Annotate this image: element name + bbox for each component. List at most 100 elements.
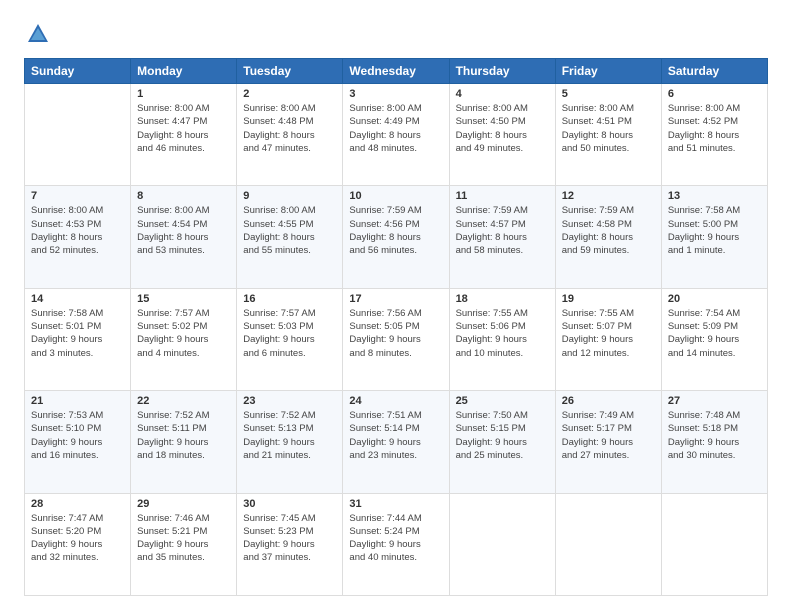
calendar-header: SundayMondayTuesdayWednesdayThursdayFrid…	[25, 59, 768, 84]
day-number: 15	[137, 293, 230, 305]
day-number: 25	[456, 395, 549, 407]
day-number: 4	[456, 88, 549, 100]
day-number: 22	[137, 395, 230, 407]
calendar-cell: 18 Sunrise: 7:55 AMSunset: 5:06 PMDayligh…	[449, 288, 555, 390]
weekday-header-friday: Friday	[555, 59, 661, 84]
day-info: Sunrise: 7:58 AMSunset: 5:01 PMDaylight:…	[31, 307, 124, 360]
calendar-cell: 20Sunrise: 7:54 AMSunset: 5:09 PMDayligh…	[661, 288, 767, 390]
day-number: 18	[456, 293, 549, 305]
day-number: 19	[562, 293, 655, 305]
calendar-cell: 13 Sunrise: 7:58 AMSunset: 5:00 PMDayligh…	[661, 186, 767, 288]
week-row-3: 14Sunrise: 7:58 AMSunset: 5:01 PMDayligh…	[25, 288, 768, 390]
day-info: Sunrise: 8:00 AMSunset: 4:48 PMDaylight:…	[243, 102, 336, 155]
day-info: Sunrise: 7:55 AMSunset: 5:06 PMDaylight:…	[456, 307, 549, 360]
week-row-5: 28Sunrise: 7:47 AMSunset: 5:20 PMDayligh…	[25, 493, 768, 595]
calendar-cell: 19 Sunrise: 7:55 AMSunset: 5:07 PMDayligh…	[555, 288, 661, 390]
weekday-header-thursday: Thursday	[449, 59, 555, 84]
day-info: Sunrise: 7:45 AMSunset: 5:23 PMDaylight:…	[243, 512, 336, 565]
calendar-cell: 1 Sunrise: 8:00 AMSunset: 4:47 PMDaylight…	[131, 84, 237, 186]
day-info: Sunrise: 7:49 AMSunset: 5:17 PMDaylight:…	[562, 409, 655, 462]
calendar-cell: 15 Sunrise: 7:57 AMSunset: 5:02 PMDayligh…	[131, 288, 237, 390]
calendar-cell: 23Sunrise: 7:52 AMSunset: 5:13 PMDayligh…	[237, 391, 343, 493]
calendar-cell: 4Sunrise: 8:00 AMSunset: 4:50 PMDaylight…	[449, 84, 555, 186]
day-number: 6	[668, 88, 761, 100]
day-info: Sunrise: 7:56 AMSunset: 5:05 PMDaylight:…	[349, 307, 442, 360]
week-row-4: 21 Sunrise: 7:53 AMSunset: 5:10 PMDayligh…	[25, 391, 768, 493]
calendar-cell	[25, 84, 131, 186]
calendar-cell: 30 Sunrise: 7:45 AMSunset: 5:23 PMDayligh…	[237, 493, 343, 595]
day-number: 13	[668, 190, 761, 202]
day-info: Sunrise: 7:57 AMSunset: 5:03 PMDaylight:…	[243, 307, 336, 360]
day-info: Sunrise: 7:58 AMSunset: 5:00 PMDaylight:…	[668, 204, 761, 257]
header	[24, 20, 768, 48]
day-number: 26	[562, 395, 655, 407]
day-number: 9	[243, 190, 336, 202]
day-info: Sunrise: 7:46 AMSunset: 5:21 PMDaylight:…	[137, 512, 230, 565]
day-number: 31	[349, 498, 442, 510]
weekday-header-monday: Monday	[131, 59, 237, 84]
calendar-cell: 22Sunrise: 7:52 AMSunset: 5:11 PMDayligh…	[131, 391, 237, 493]
day-info: Sunrise: 8:00 AMSunset: 4:49 PMDaylight:…	[349, 102, 442, 155]
day-number: 12	[562, 190, 655, 202]
logo-icon	[24, 20, 52, 48]
day-number: 3	[349, 88, 442, 100]
calendar-cell: 5 Sunrise: 8:00 AMSunset: 4:51 PMDaylight…	[555, 84, 661, 186]
day-info: Sunrise: 7:55 AMSunset: 5:07 PMDaylight:…	[562, 307, 655, 360]
day-number: 23	[243, 395, 336, 407]
calendar-cell: 26 Sunrise: 7:49 AMSunset: 5:17 PMDayligh…	[555, 391, 661, 493]
day-info: Sunrise: 8:00 AMSunset: 4:55 PMDaylight:…	[243, 204, 336, 257]
calendar-cell: 21 Sunrise: 7:53 AMSunset: 5:10 PMDayligh…	[25, 391, 131, 493]
day-number: 7	[31, 190, 124, 202]
calendar-cell: 14Sunrise: 7:58 AMSunset: 5:01 PMDayligh…	[25, 288, 131, 390]
calendar-cell: 10Sunrise: 7:59 AMSunset: 4:56 PMDayligh…	[343, 186, 449, 288]
weekday-header-tuesday: Tuesday	[237, 59, 343, 84]
weekday-header-wednesday: Wednesday	[343, 59, 449, 84]
calendar-cell: 31 Sunrise: 7:44 AMSunset: 5:24 PMDayligh…	[343, 493, 449, 595]
page: SundayMondayTuesdayWednesdayThursdayFrid…	[0, 0, 792, 612]
day-number: 5	[562, 88, 655, 100]
calendar-cell: 25 Sunrise: 7:50 AMSunset: 5:15 PMDayligh…	[449, 391, 555, 493]
day-number: 30	[243, 498, 336, 510]
day-info: Sunrise: 7:53 AMSunset: 5:10 PMDaylight:…	[31, 409, 124, 462]
calendar-cell	[449, 493, 555, 595]
day-info: Sunrise: 7:51 AMSunset: 5:14 PMDaylight:…	[349, 409, 442, 462]
calendar-cell: 29 Sunrise: 7:46 AMSunset: 5:21 PMDayligh…	[131, 493, 237, 595]
day-info: Sunrise: 7:57 AMSunset: 5:02 PMDaylight:…	[137, 307, 230, 360]
day-number: 20	[668, 293, 761, 305]
calendar-cell: 28Sunrise: 7:47 AMSunset: 5:20 PMDayligh…	[25, 493, 131, 595]
calendar-cell: 8 Sunrise: 8:00 AMSunset: 4:54 PMDaylight…	[131, 186, 237, 288]
day-number: 28	[31, 498, 124, 510]
day-info: Sunrise: 8:00 AMSunset: 4:53 PMDaylight:…	[31, 204, 124, 257]
day-info: Sunrise: 7:48 AMSunset: 5:18 PMDaylight:…	[668, 409, 761, 462]
day-info: Sunrise: 8:00 AMSunset: 4:54 PMDaylight:…	[137, 204, 230, 257]
day-info: Sunrise: 8:00 AMSunset: 4:51 PMDaylight:…	[562, 102, 655, 155]
calendar-cell: 9 Sunrise: 8:00 AMSunset: 4:55 PMDaylight…	[237, 186, 343, 288]
logo	[24, 20, 56, 48]
day-info: Sunrise: 7:59 AMSunset: 4:58 PMDaylight:…	[562, 204, 655, 257]
day-info: Sunrise: 8:00 AMSunset: 4:47 PMDaylight:…	[137, 102, 230, 155]
day-number: 1	[137, 88, 230, 100]
day-info: Sunrise: 7:44 AMSunset: 5:24 PMDaylight:…	[349, 512, 442, 565]
calendar-cell: 6Sunrise: 8:00 AMSunset: 4:52 PMDaylight…	[661, 84, 767, 186]
week-row-2: 7 Sunrise: 8:00 AMSunset: 4:53 PMDaylight…	[25, 186, 768, 288]
weekday-header-saturday: Saturday	[661, 59, 767, 84]
week-row-1: 1 Sunrise: 8:00 AMSunset: 4:47 PMDaylight…	[25, 84, 768, 186]
day-number: 11	[456, 190, 549, 202]
day-info: Sunrise: 7:59 AMSunset: 4:56 PMDaylight:…	[349, 204, 442, 257]
day-number: 8	[137, 190, 230, 202]
day-number: 17	[349, 293, 442, 305]
day-info: Sunrise: 7:50 AMSunset: 5:15 PMDaylight:…	[456, 409, 549, 462]
calendar-cell: 11Sunrise: 7:59 AMSunset: 4:57 PMDayligh…	[449, 186, 555, 288]
calendar-cell: 3 Sunrise: 8:00 AMSunset: 4:49 PMDaylight…	[343, 84, 449, 186]
calendar-cell: 17 Sunrise: 7:56 AMSunset: 5:05 PMDayligh…	[343, 288, 449, 390]
day-number: 27	[668, 395, 761, 407]
day-number: 21	[31, 395, 124, 407]
calendar-cell: 12 Sunrise: 7:59 AMSunset: 4:58 PMDayligh…	[555, 186, 661, 288]
calendar-cell: 2Sunrise: 8:00 AMSunset: 4:48 PMDaylight…	[237, 84, 343, 186]
calendar-cell: 16Sunrise: 7:57 AMSunset: 5:03 PMDayligh…	[237, 288, 343, 390]
calendar-cell	[555, 493, 661, 595]
calendar-table: SundayMondayTuesdayWednesdayThursdayFrid…	[24, 58, 768, 596]
weekday-header-row: SundayMondayTuesdayWednesdayThursdayFrid…	[25, 59, 768, 84]
day-number: 29	[137, 498, 230, 510]
calendar-cell: 27 Sunrise: 7:48 AMSunset: 5:18 PMDayligh…	[661, 391, 767, 493]
